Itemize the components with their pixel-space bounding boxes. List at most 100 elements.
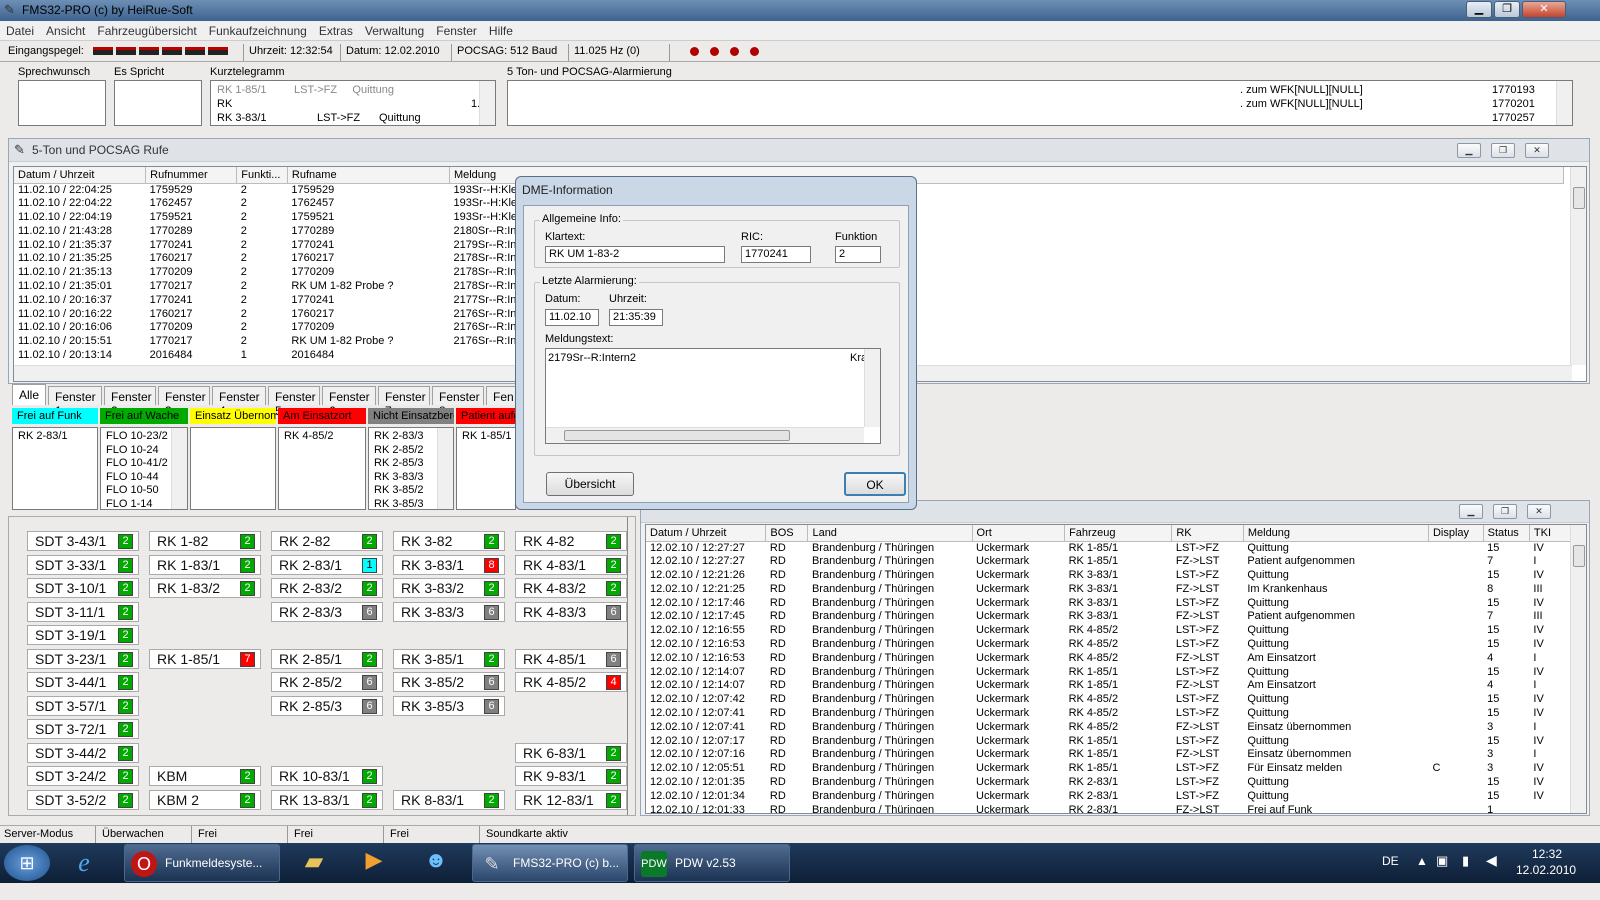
tab-fenster-4[interactable]: Fenster 4 (212, 386, 266, 418)
status-column-list[interactable]: FLO 10-23/2 FLO 10-24 FLO 10-41/2 FLO 10-44… (100, 427, 188, 510)
status-column-list[interactable]: RK 2-83/3 RK 2-85/2 RK 2-85/3 RK 3-83/3 RK 3… (368, 427, 454, 510)
calls-vertical-scrollbar[interactable] (1570, 167, 1586, 365)
vehicle-tile[interactable]: RK 2-82 2 (271, 531, 383, 551)
close-button[interactable]: ✕ (1522, 1, 1566, 18)
vehicle-tile[interactable]: RK 1-83/1 2 (149, 554, 261, 575)
status-column-list[interactable]: RK 1-85/1 (456, 427, 516, 510)
column-header[interactable]: Rufname (287, 167, 450, 184)
vehicle-tile[interactable]: RK 1-82 2 (149, 531, 261, 551)
sprechwunsch-box[interactable] (18, 80, 106, 126)
vehicle-tile[interactable]: RK 8-83/1 2 (393, 789, 505, 810)
clock-time[interactable]: 12:32 (1532, 847, 1562, 861)
vehicle-tile[interactable]: RK 3-83/1 8 (393, 554, 505, 575)
ok-button[interactable]: OK (844, 472, 906, 496)
internet-explorer-icon[interactable]: e (64, 849, 104, 877)
list-item[interactable]: RK 4-85/2 (284, 430, 365, 444)
table-row[interactable]: 12.02.10 / 12:05:51 RD Brandenburg / Thüri… (646, 762, 1572, 776)
vehicle-tile[interactable]: RK 1-85/1 7 (149, 648, 261, 669)
vehicle-tile[interactable]: RK 2-83/1 1 (271, 554, 383, 575)
media-player-icon[interactable]: ▶ (354, 847, 394, 879)
table-row[interactable]: 12.02.10 / 12:27:27 RD Brandenburg / Thüri… (646, 541, 1572, 555)
table-row[interactable]: 12.02.10 / 12:01:35 RD Brandenburg / Thüri… (646, 776, 1572, 790)
panel-maximize-button[interactable]: ❐ (1493, 504, 1517, 519)
klartext-field[interactable]: RK UM 1-83-2 (545, 246, 725, 263)
kurztelegramm-scrollbar[interactable] (479, 81, 495, 125)
vehicle-tile[interactable]: RK 12-83/1 2 (515, 789, 627, 810)
vehicle-tile[interactable]: KBM 2 (149, 766, 261, 786)
list-item[interactable]: RK 1-85/1 (462, 430, 515, 444)
list-item[interactable]: RK1... (217, 97, 495, 111)
column-header[interactable]: TKI (1529, 525, 1573, 542)
list-item[interactable]: RK 3-83/1 LST->FZ Quittung (217, 111, 495, 125)
vehicle-tile[interactable]: SDT 3-72/1 2 (27, 719, 139, 739)
column-header[interactable]: Land (807, 525, 973, 542)
uebersicht-button[interactable]: Übersicht (546, 472, 634, 496)
column-header[interactable]: Funkti... (236, 167, 288, 184)
table-row[interactable]: 12.02.10 / 12:07:17 RD Brandenburg / Thüri… (646, 735, 1572, 749)
tab-fenster-6[interactable]: Fenster 6 (322, 386, 376, 418)
meldungstext-area[interactable]: 2179Sr--R:Intern2 Kra (545, 348, 881, 444)
list-item[interactable]: RK 1-85/1 LST->FZ Quittung (217, 83, 495, 97)
vehicle-tile[interactable]: RK 3-82 2 (393, 531, 505, 551)
vehicle-tile[interactable]: RK 3-85/1 2 (393, 648, 505, 669)
log-vertical-scrollbar[interactable] (1570, 525, 1586, 813)
table-row[interactable]: 12.02.10 / 12:16:53 RD Brandenburg / Thüri… (646, 652, 1572, 666)
language-indicator[interactable]: DE (1382, 854, 1399, 868)
vehicle-tile[interactable]: RK 2-83/2 2 (271, 578, 383, 598)
vehicle-tile[interactable]: RK 2-83/3 6 (271, 601, 383, 622)
table-row[interactable]: 12.02.10 / 12:01:33 RD Brandenburg / Thüri… (646, 804, 1572, 813)
column-header[interactable]: Status (1483, 525, 1530, 542)
column-header[interactable]: Display (1428, 525, 1484, 542)
funktion-field[interactable]: 2 (835, 246, 881, 263)
column-header[interactable]: Ort (972, 525, 1066, 542)
vehicle-tile[interactable]: RK 4-83/1 2 (515, 554, 627, 575)
tab-fenster-1[interactable]: Fenster 1 (48, 386, 102, 418)
vehicle-tile[interactable]: RK 6-83/1 2 (515, 742, 627, 763)
vehicle-tile[interactable]: RK 4-83/2 2 (515, 578, 627, 598)
ric-field[interactable]: 1770241 (741, 246, 811, 263)
list-item[interactable]: . zum WFK[NULL][NULL] 1770201 (508, 97, 1572, 111)
list-item[interactable]: RK 2-83/1 (18, 430, 97, 444)
vehicle-tile[interactable]: SDT 3-33/1 2 (27, 554, 139, 575)
messenger-icon[interactable]: ☻ (416, 847, 456, 879)
vehicle-tile[interactable]: RK 9-83/1 2 (515, 766, 627, 786)
vehicle-tile[interactable]: SDT 3-23/1 2 (27, 648, 139, 669)
panel-minimize-button[interactable]: ▁ (1457, 143, 1481, 158)
vehicle-tile[interactable]: RK 13-83/1 2 (271, 789, 383, 810)
status-column-list[interactable]: RK 4-85/2 (278, 427, 366, 510)
table-row[interactable]: 12.02.10 / 12:07:41 RD Brandenburg / Thüri… (646, 721, 1572, 735)
table-row[interactable]: 12.02.10 / 12:27:27 RD Brandenburg / Thüri… (646, 555, 1572, 569)
menu-funkaufzeichnung[interactable]: Funkaufzeichnung (203, 21, 313, 38)
uhrzeit-field[interactable]: 21:35:39 (609, 309, 663, 326)
column-header[interactable]: BOS (765, 525, 809, 542)
vehicle-tile[interactable]: RK 4-83/3 6 (515, 601, 627, 622)
table-row[interactable]: 12.02.10 / 12:01:34 RD Brandenburg / Thüri… (646, 790, 1572, 804)
tab-fen[interactable]: Fen (486, 386, 516, 405)
table-row[interactable]: 12.02.10 / 12:07:42 RD Brandenburg / Thüri… (646, 693, 1572, 707)
folder-icon[interactable]: ▰ (294, 847, 334, 879)
vehicle-tile[interactable]: RK 10-83/1 2 (271, 766, 383, 786)
table-row[interactable]: 12.02.10 / 12:16:53 RD Brandenburg / Thüri… (646, 638, 1572, 652)
panel-close-button[interactable]: ✕ (1527, 504, 1551, 519)
vehicle-tile[interactable]: KBM 2 2 (149, 789, 261, 810)
table-row[interactable]: 12.02.10 / 12:21:26 RD Brandenburg / Thüri… (646, 569, 1572, 583)
es-spricht-box[interactable] (114, 80, 202, 126)
menu-fenster[interactable]: Fenster (430, 21, 483, 38)
menu-extras[interactable]: Extras (313, 21, 359, 38)
list-item[interactable]: . zum WFK[NULL][NULL] 1770193 (508, 83, 1572, 97)
alarmierung-list[interactable]: . zum WFK[NULL][NULL] 1770193 . zum WFK[N… (507, 80, 1573, 126)
vehicle-tile[interactable]: RK 2-85/1 2 (271, 648, 383, 669)
vehicle-tile[interactable]: RK 1-83/2 2 (149, 578, 261, 598)
column-header[interactable]: Fahrzeug (1064, 525, 1173, 542)
table-row[interactable]: 12.02.10 / 12:16:55 RD Brandenburg / Thüri… (646, 624, 1572, 638)
table-row[interactable]: 12.02.10 / 12:17:46 RD Brandenburg / Thüri… (646, 597, 1572, 611)
network-icon[interactable]: ▮ (1462, 853, 1469, 869)
tab-fenster-3[interactable]: Fenster 3 (158, 386, 210, 418)
vehicle-tile[interactable]: RK 4-85/1 6 (515, 648, 627, 669)
vehicle-tile[interactable]: SDT 3-44/1 2 (27, 672, 139, 692)
taskbar-item-pdw[interactable]: PDW PDW v2.53 (634, 844, 790, 882)
vehicle-tile[interactable]: SDT 3-11/1 2 (27, 601, 139, 622)
menu-hilfe[interactable]: Hilfe (483, 21, 519, 38)
column-header[interactable]: Rufnummer (145, 167, 238, 184)
start-button[interactable]: ⊞ (4, 845, 50, 881)
